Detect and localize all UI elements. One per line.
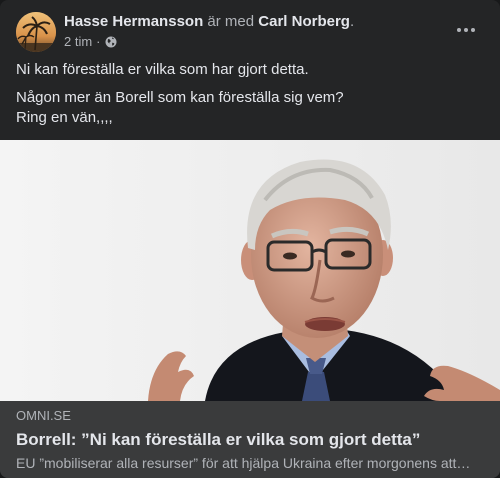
- link-domain: OMNI.SE: [16, 408, 71, 423]
- portrait-photo: [0, 140, 500, 401]
- author-line: Hasse Hermansson är med Carl Norberg.: [64, 12, 354, 32]
- more-options-dot: [471, 28, 475, 32]
- tagged-suffix: .: [349, 13, 355, 30]
- with-text: är med: [207, 13, 255, 30]
- author-name[interactable]: Hasse Hermansson: [64, 13, 203, 30]
- link-description: EU ”mobiliserar alla resurser” för att h…: [16, 455, 476, 471]
- globe-icon[interactable]: [105, 36, 117, 48]
- feed-post: Hasse Hermansson är med Carl Norberg. 2 …: [0, 0, 500, 478]
- more-options-dot: [464, 28, 468, 32]
- link-preview-info[interactable]: OMNI.SE Borrell: ”Ni kan föreställa er v…: [0, 401, 500, 478]
- post-meta: 2 tim ·: [64, 34, 117, 50]
- link-preview-image[interactable]: [0, 140, 500, 401]
- meta-separator: ·: [96, 34, 101, 49]
- post-text-line: Ni kan föreställa er vilka som har gjort…: [16, 61, 309, 78]
- post-text: Ni kan föreställa er vilka som har gjort…: [16, 60, 484, 128]
- tagged-name[interactable]: Carl Norberg: [258, 13, 350, 30]
- avatar[interactable]: [16, 12, 56, 52]
- avatar-palm-image: [16, 12, 56, 52]
- post-header: Hasse Hermansson är med Carl Norberg. 2 …: [0, 0, 500, 58]
- post-text-line: Ring en vän,,,,: [16, 109, 113, 126]
- more-options-button[interactable]: [448, 18, 484, 42]
- post-timestamp[interactable]: 2 tim: [64, 34, 92, 50]
- post-text-line: Någon mer än Borell som kan föreställa s…: [16, 89, 344, 106]
- link-title[interactable]: Borrell: ”Ni kan föreställa er vilka som…: [16, 429, 420, 451]
- more-options-icon: [457, 28, 461, 32]
